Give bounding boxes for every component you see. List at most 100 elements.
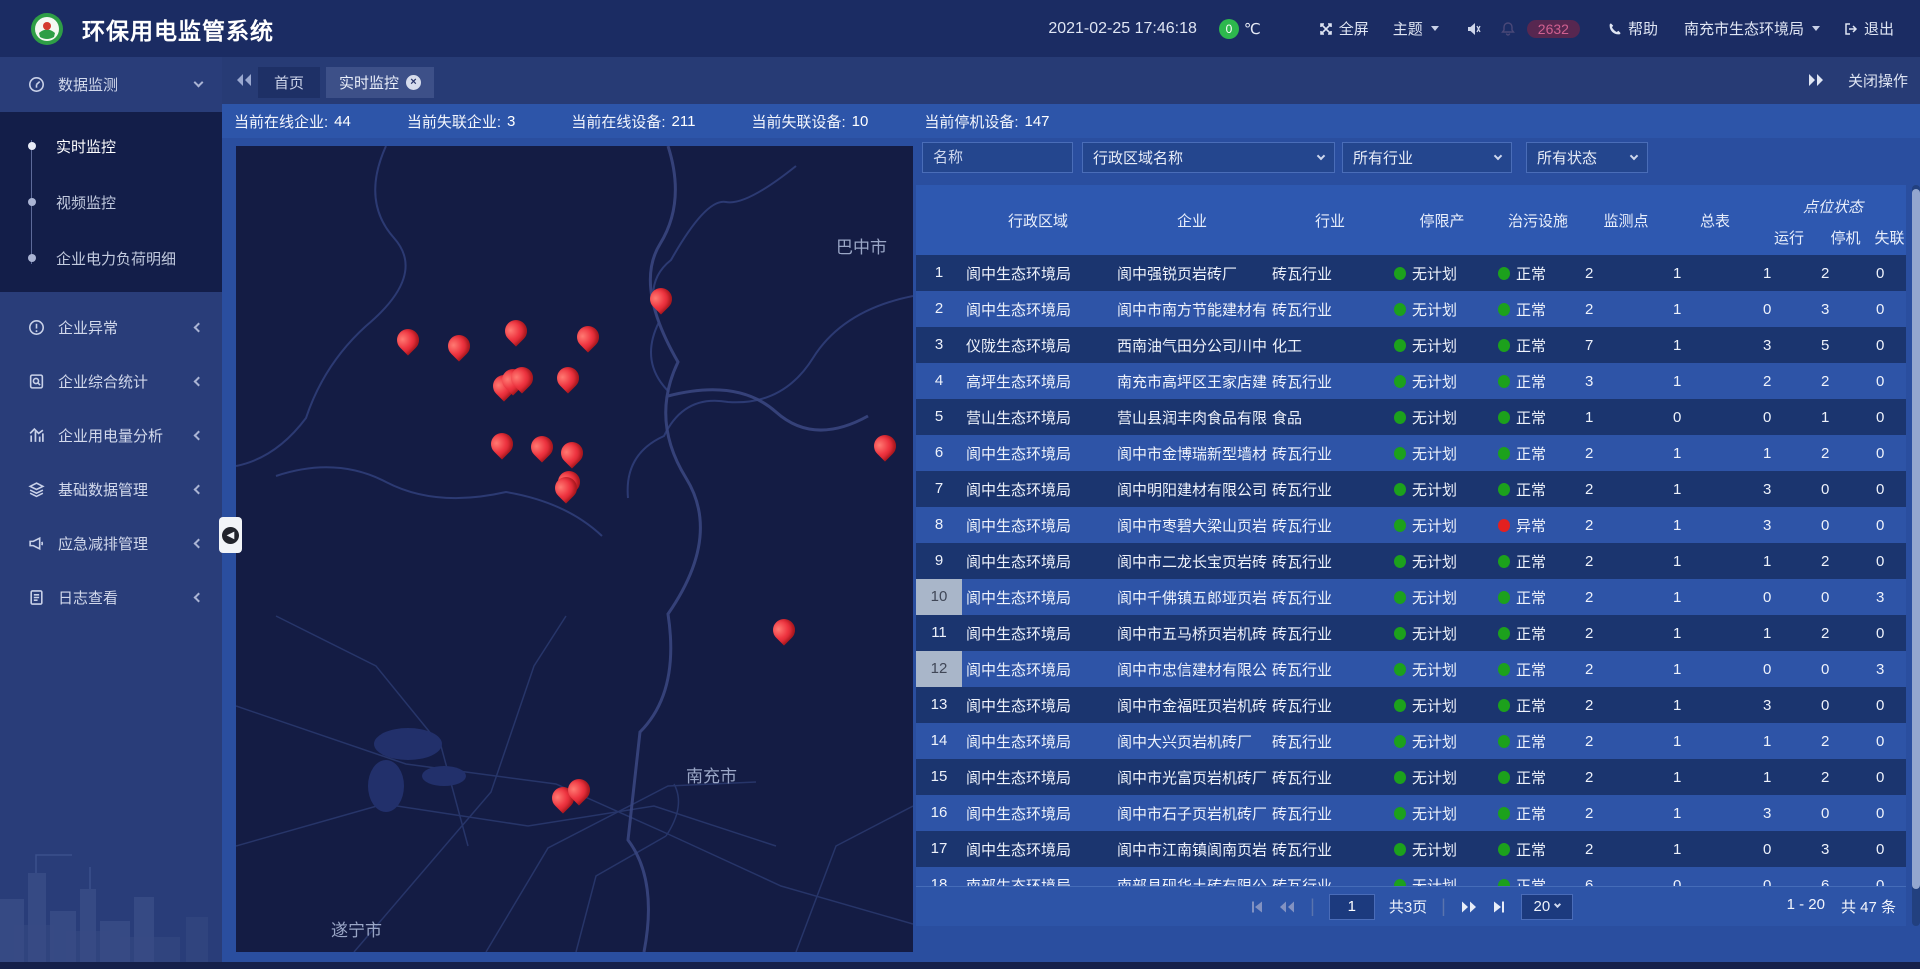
status-dot-icon bbox=[1394, 555, 1406, 568]
map-panel[interactable]: 巴中市 南充市 遂宁市 bbox=[236, 146, 913, 952]
table-row[interactable]: 3 仪陇生态环境局 西南油气田分公司川中 化工 无计划 正常 7 1 3 5 0 bbox=[916, 327, 1906, 363]
table-row[interactable]: 1 阆中生态环境局 阆中强锐页岩砖厂 砖瓦行业 无计划 正常 2 1 1 2 0 bbox=[916, 255, 1906, 291]
status-dot-icon bbox=[1498, 771, 1510, 784]
scrollbar-thumb[interactable] bbox=[1912, 189, 1920, 889]
cell-industry: 化工 bbox=[1270, 335, 1390, 356]
cell-production-status: 无计划 bbox=[1390, 443, 1494, 464]
layers-icon bbox=[28, 481, 45, 498]
table-row[interactable]: 15 阆中生态环境局 阆中市光富页岩机砖厂 砖瓦行业 无计划 正常 2 1 1 … bbox=[916, 759, 1906, 795]
table-row[interactable]: 2 阆中生态环境局 阆中市南方节能建材有 砖瓦行业 无计划 正常 2 1 0 3… bbox=[916, 291, 1906, 327]
status-dot-icon bbox=[1498, 879, 1510, 887]
cell-monitor-points: 2 bbox=[1582, 589, 1670, 606]
sidebar-item-emergency-reduction[interactable]: 应急减排管理 bbox=[0, 516, 222, 570]
cell-running: 2 bbox=[1760, 373, 1818, 390]
table-row[interactable]: 17 阆中生态环境局 阆中市江南镇阆南页岩 砖瓦行业 无计划 正常 2 1 0 … bbox=[916, 831, 1906, 867]
bottom-edge bbox=[0, 962, 1920, 969]
status-dot-icon bbox=[1394, 447, 1406, 460]
bullet-dot-icon bbox=[28, 198, 36, 206]
cell-stopped: 2 bbox=[1818, 733, 1873, 750]
table-row[interactable]: 12 阆中生态环境局 阆中市忠信建材有限公 砖瓦行业 无计划 正常 2 1 0 … bbox=[916, 651, 1906, 687]
cell-row-number: 16 bbox=[916, 795, 962, 831]
table-row[interactable]: 9 阆中生态环境局 阆中市二龙长宝页岩砖 砖瓦行业 无计划 正常 2 1 1 2… bbox=[916, 543, 1906, 579]
page-size-select[interactable]: 20 bbox=[1521, 894, 1573, 920]
cell-region: 阆中生态环境局 bbox=[962, 767, 1114, 788]
table-row[interactable]: 16 阆中生态环境局 阆中市石子页岩机砖厂 砖瓦行业 无计划 正常 2 1 3 … bbox=[916, 795, 1906, 831]
sidebar-item-label: 企业电力负荷明细 bbox=[56, 248, 176, 269]
cell-industry: 砖瓦行业 bbox=[1270, 515, 1390, 536]
cell-enterprise: 阆中市光富页岩机砖厂 bbox=[1114, 767, 1270, 788]
cell-monitor-points: 2 bbox=[1582, 481, 1670, 498]
cell-lost: 0 bbox=[1873, 481, 1906, 498]
sidebar-item-realtime-monitor[interactable]: 实时监控 bbox=[0, 118, 222, 174]
map-city-label: 巴中市 bbox=[836, 233, 887, 258]
stat-label: 当前失联企业: bbox=[407, 111, 501, 132]
cell-enterprise: 阆中市江南镇阆南页岩 bbox=[1114, 839, 1270, 860]
cell-production-status: 无计划 bbox=[1390, 587, 1494, 608]
table-row[interactable]: 6 阆中生态环境局 阆中市金博瑞新型墙材 砖瓦行业 无计划 正常 2 1 1 2… bbox=[916, 435, 1906, 471]
table-row[interactable]: 13 阆中生态环境局 阆中市金福旺页岩机砖 砖瓦行业 无计划 正常 2 1 3 … bbox=[916, 687, 1906, 723]
speaker-icon bbox=[1467, 22, 1481, 36]
cell-stopped: 0 bbox=[1818, 517, 1873, 534]
table-row[interactable]: 11 阆中生态环境局 阆中市五马桥页岩机砖 砖瓦行业 无计划 正常 2 1 1 … bbox=[916, 615, 1906, 651]
region-select[interactable]: 行政区域名称 bbox=[1082, 142, 1335, 173]
table-scrollbar[interactable] bbox=[1912, 185, 1920, 926]
last-page-icon[interactable] bbox=[1492, 900, 1507, 914]
help-button[interactable]: 帮助 bbox=[1608, 18, 1658, 39]
table-row[interactable]: 7 阆中生态环境局 阆中明阳建材有限公司 砖瓦行业 无计划 正常 2 1 3 0… bbox=[916, 471, 1906, 507]
cell-row-number: 5 bbox=[916, 399, 962, 435]
status-select[interactable]: 所有状态 bbox=[1526, 142, 1648, 173]
sidebar-item-base-data[interactable]: 基础数据管理 bbox=[0, 462, 222, 516]
name-search-input[interactable] bbox=[933, 149, 1062, 166]
next-page-icon[interactable] bbox=[1460, 900, 1478, 914]
cell-total-meters: 1 bbox=[1670, 301, 1760, 318]
cell-monitor-points: 6 bbox=[1582, 877, 1670, 887]
cell-industry: 砖瓦行业 bbox=[1270, 551, 1390, 572]
tabs-scroll-left-icon[interactable] bbox=[235, 72, 253, 88]
table-row[interactable]: 18 南部生态环境局 南部县砚华土砖有限公 砖瓦行业 无计划 正常 6 0 0 … bbox=[916, 867, 1906, 886]
page-number-input[interactable] bbox=[1329, 894, 1375, 920]
cell-region: 阆中生态环境局 bbox=[962, 623, 1114, 644]
production-status-label: 无计划 bbox=[1412, 371, 1457, 392]
cell-facility-status: 正常 bbox=[1494, 551, 1582, 572]
table-row[interactable]: 4 高坪生态环境局 南充市高坪区王家店建 砖瓦行业 无计划 正常 3 1 2 2… bbox=[916, 363, 1906, 399]
cell-running: 0 bbox=[1760, 301, 1818, 318]
close-icon[interactable]: × bbox=[406, 75, 421, 90]
prev-page-icon[interactable] bbox=[1278, 900, 1296, 914]
chevron-down-icon bbox=[1554, 901, 1561, 908]
cell-running: 1 bbox=[1760, 265, 1818, 282]
sidebar-item-video-monitor[interactable]: 视频监控 bbox=[0, 174, 222, 230]
sidebar-item-power-load-detail[interactable]: 企业电力负荷明细 bbox=[0, 230, 222, 286]
tab-home[interactable]: 首页 bbox=[258, 67, 320, 98]
notifications[interactable]: 2632 bbox=[1501, 20, 1580, 38]
sidebar-item-power-analysis[interactable]: 企业用电量分析 bbox=[0, 408, 222, 462]
logout-button[interactable]: 退出 bbox=[1844, 18, 1894, 39]
sound-toggle[interactable] bbox=[1467, 22, 1481, 36]
gauge-icon bbox=[28, 76, 45, 93]
table-row[interactable]: 14 阆中生态环境局 阆中大兴页岩机砖厂 砖瓦行业 无计划 正常 2 1 1 2… bbox=[916, 723, 1906, 759]
cell-industry: 砖瓦行业 bbox=[1270, 443, 1390, 464]
facility-status-label: 正常 bbox=[1516, 479, 1546, 500]
first-page-icon[interactable] bbox=[1249, 900, 1264, 914]
table-row[interactable]: 5 营山生态环境局 营山县润丰肉食品有限 食品 无计划 正常 1 0 0 1 0 bbox=[916, 399, 1906, 435]
sidebar-collapse-handle[interactable]: ◀ bbox=[219, 517, 242, 553]
fullscreen-button[interactable]: 全屏 bbox=[1319, 18, 1369, 39]
tab-realtime-monitor[interactable]: 实时监控 × bbox=[326, 67, 434, 98]
cell-region: 阆中生态环境局 bbox=[962, 443, 1114, 464]
status-dot-icon bbox=[1498, 699, 1510, 712]
name-search-field[interactable] bbox=[922, 142, 1073, 173]
tabs-scroll-right-icon[interactable] bbox=[1807, 72, 1825, 88]
cell-row-number: 1 bbox=[916, 255, 962, 291]
sidebar-item-enterprise-statistics[interactable]: 企业综合统计 bbox=[0, 354, 222, 408]
close-operations-button[interactable]: 关闭操作 bbox=[1848, 70, 1908, 91]
chevron-left-icon: ◀ bbox=[222, 527, 239, 544]
table-row[interactable]: 10 阆中生态环境局 阆中千佛镇五郎垭页岩 砖瓦行业 无计划 正常 2 1 0 … bbox=[916, 579, 1906, 615]
theme-menu[interactable]: 主题 bbox=[1393, 18, 1439, 39]
sidebar-item-enterprise-abnormal[interactable]: 企业异常 bbox=[0, 300, 222, 354]
cell-facility-status: 正常 bbox=[1494, 587, 1582, 608]
pager-divider: | bbox=[1441, 896, 1446, 917]
sidebar-item-log-view[interactable]: 日志查看 bbox=[0, 570, 222, 624]
industry-select[interactable]: 所有行业 bbox=[1342, 142, 1512, 173]
table-row[interactable]: 8 阆中生态环境局 阆中市枣碧大梁山页岩 砖瓦行业 无计划 异常 2 1 3 0… bbox=[916, 507, 1906, 543]
sidebar-item-data-monitoring[interactable]: 数据监测 bbox=[0, 57, 222, 112]
org-menu[interactable]: 南充市生态环境局 bbox=[1684, 18, 1820, 39]
